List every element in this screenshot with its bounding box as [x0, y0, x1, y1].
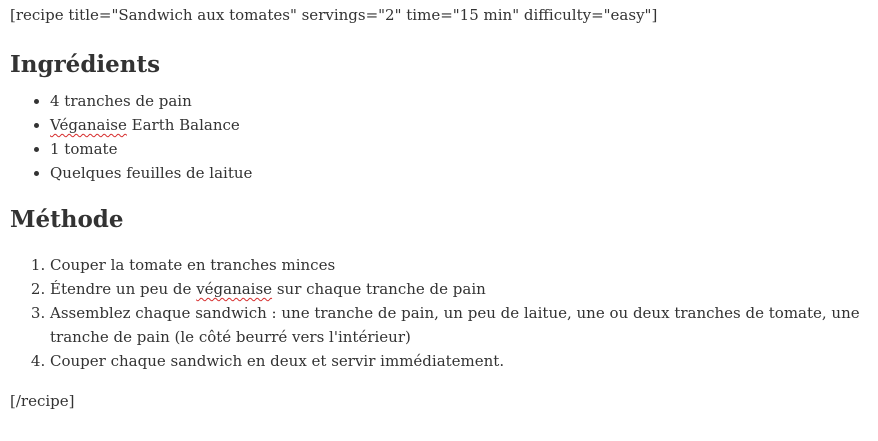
method-heading: Méthode — [10, 206, 124, 233]
recipe-shortcode-close: [/recipe] — [10, 392, 75, 410]
ingredient-text: Earth Balance — [126, 116, 240, 134]
spellcheck-misspelled-word[interactable]: Véganaise — [50, 116, 127, 134]
ingredients-list: 4 tranches de pain Véganaise Earth Balan… — [10, 89, 868, 185]
editor-content[interactable]: [recipe title="Sandwich aux tomates" ser… — [0, 3, 878, 413]
step-text: Étendre un peu de — [50, 280, 197, 298]
method-step: Assemblez chaque sandwich : une tranche … — [50, 301, 868, 349]
step-text: sur chaque tranche de pain — [272, 280, 486, 298]
ingredient-item: Véganaise Earth Balance — [50, 113, 868, 137]
recipe-shortcode-open: [recipe title="Sandwich aux tomates" ser… — [10, 6, 658, 24]
ingredient-item: 1 tomate — [50, 137, 868, 161]
ingredient-item: Quelques feuilles de laitue — [50, 161, 868, 185]
method-step: Étendre un peu de véganaise sur chaque t… — [50, 277, 868, 301]
ingredients-heading: Ingrédients — [10, 51, 161, 78]
ingredient-item: 4 tranches de pain — [50, 89, 868, 113]
method-steps-list: Couper la tomate en tranches minces Éten… — [10, 253, 868, 373]
method-step: Couper la tomate en tranches minces — [50, 253, 868, 277]
spellcheck-misspelled-word[interactable]: véganaise — [196, 280, 272, 298]
method-step: Couper chaque sandwich en deux et servir… — [50, 349, 868, 373]
